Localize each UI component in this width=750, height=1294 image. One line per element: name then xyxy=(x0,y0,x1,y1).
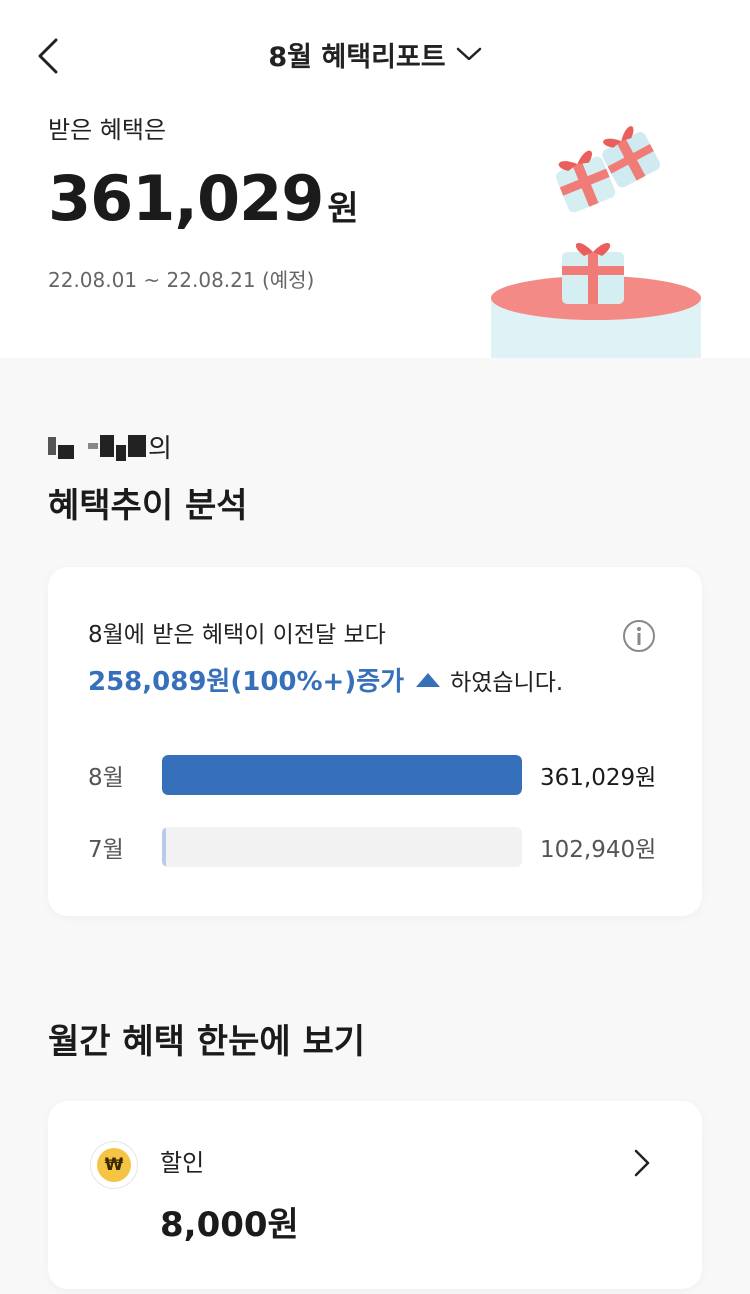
podium-gift-icon xyxy=(562,243,624,304)
received-amount-unit: 원 xyxy=(327,189,359,229)
won-coin-icon: ₩ xyxy=(90,1141,138,1189)
won-coin-symbol: ₩ xyxy=(97,1148,131,1182)
info-icon[interactable] xyxy=(622,619,656,653)
trend-description: 8월에 받은 혜택이 이전달 보다 xyxy=(88,622,386,648)
gift-podium-illustration xyxy=(491,126,701,358)
bar-value-label: 102,940원 xyxy=(540,837,657,863)
bar-month-label: 7월 xyxy=(88,837,124,863)
masked-user-name xyxy=(48,431,146,461)
chevron-down-icon xyxy=(456,47,481,61)
owner-suffix: 의 xyxy=(148,433,172,464)
trend-change-tail: 하였습니다. xyxy=(450,669,564,696)
triangle-up-icon xyxy=(416,672,441,687)
trend-card: 8월에 받은 혜택이 이전달 보다 258,089원(100%+)증가 하였습니… xyxy=(48,567,702,916)
bar-row-july: 7월 102,940원 xyxy=(88,827,668,867)
bar-row-august: 8월 361,029원 xyxy=(88,755,668,795)
received-label: 받은 혜택은 xyxy=(48,116,167,144)
trend-change-amount: 258,089원(100%+)증가 xyxy=(88,667,405,697)
bar-track xyxy=(162,827,522,867)
trend-change-line: 258,089원(100%+)증가 하였습니다. xyxy=(88,661,563,698)
bar-track xyxy=(162,755,522,795)
trend-section-title: 혜택추이 분석 xyxy=(48,486,248,526)
chevron-right-icon[interactable] xyxy=(630,1147,654,1179)
received-amount-value: 361,029 xyxy=(48,162,324,235)
summary-header: 8월 혜택리포트 받은 혜택은 361,029 원 22.08.01 ~ 22.… xyxy=(0,0,750,358)
report-month-selector[interactable]: 8월 혜택리포트 xyxy=(0,32,750,76)
bar-value-label: 361,029원 xyxy=(540,765,657,791)
monthly-item-value: 8,000원 xyxy=(160,1205,299,1245)
owner-line: 의 xyxy=(48,424,172,468)
monthly-item-discount[interactable]: ₩ 할인 8,000원 xyxy=(48,1101,702,1289)
page-title: 8월 혜택리포트 xyxy=(268,41,446,73)
bar-fill xyxy=(162,827,166,867)
monthly-section-title: 월간 혜택 한눈에 보기 xyxy=(48,1022,366,1062)
monthly-item-label: 할인 xyxy=(160,1149,205,1177)
benefit-period: 22.08.01 ~ 22.08.21 (예정) xyxy=(48,268,315,292)
received-amount: 361,029 원 xyxy=(48,162,359,235)
bar-month-label: 8월 xyxy=(88,765,124,791)
bar-fill xyxy=(162,755,522,795)
